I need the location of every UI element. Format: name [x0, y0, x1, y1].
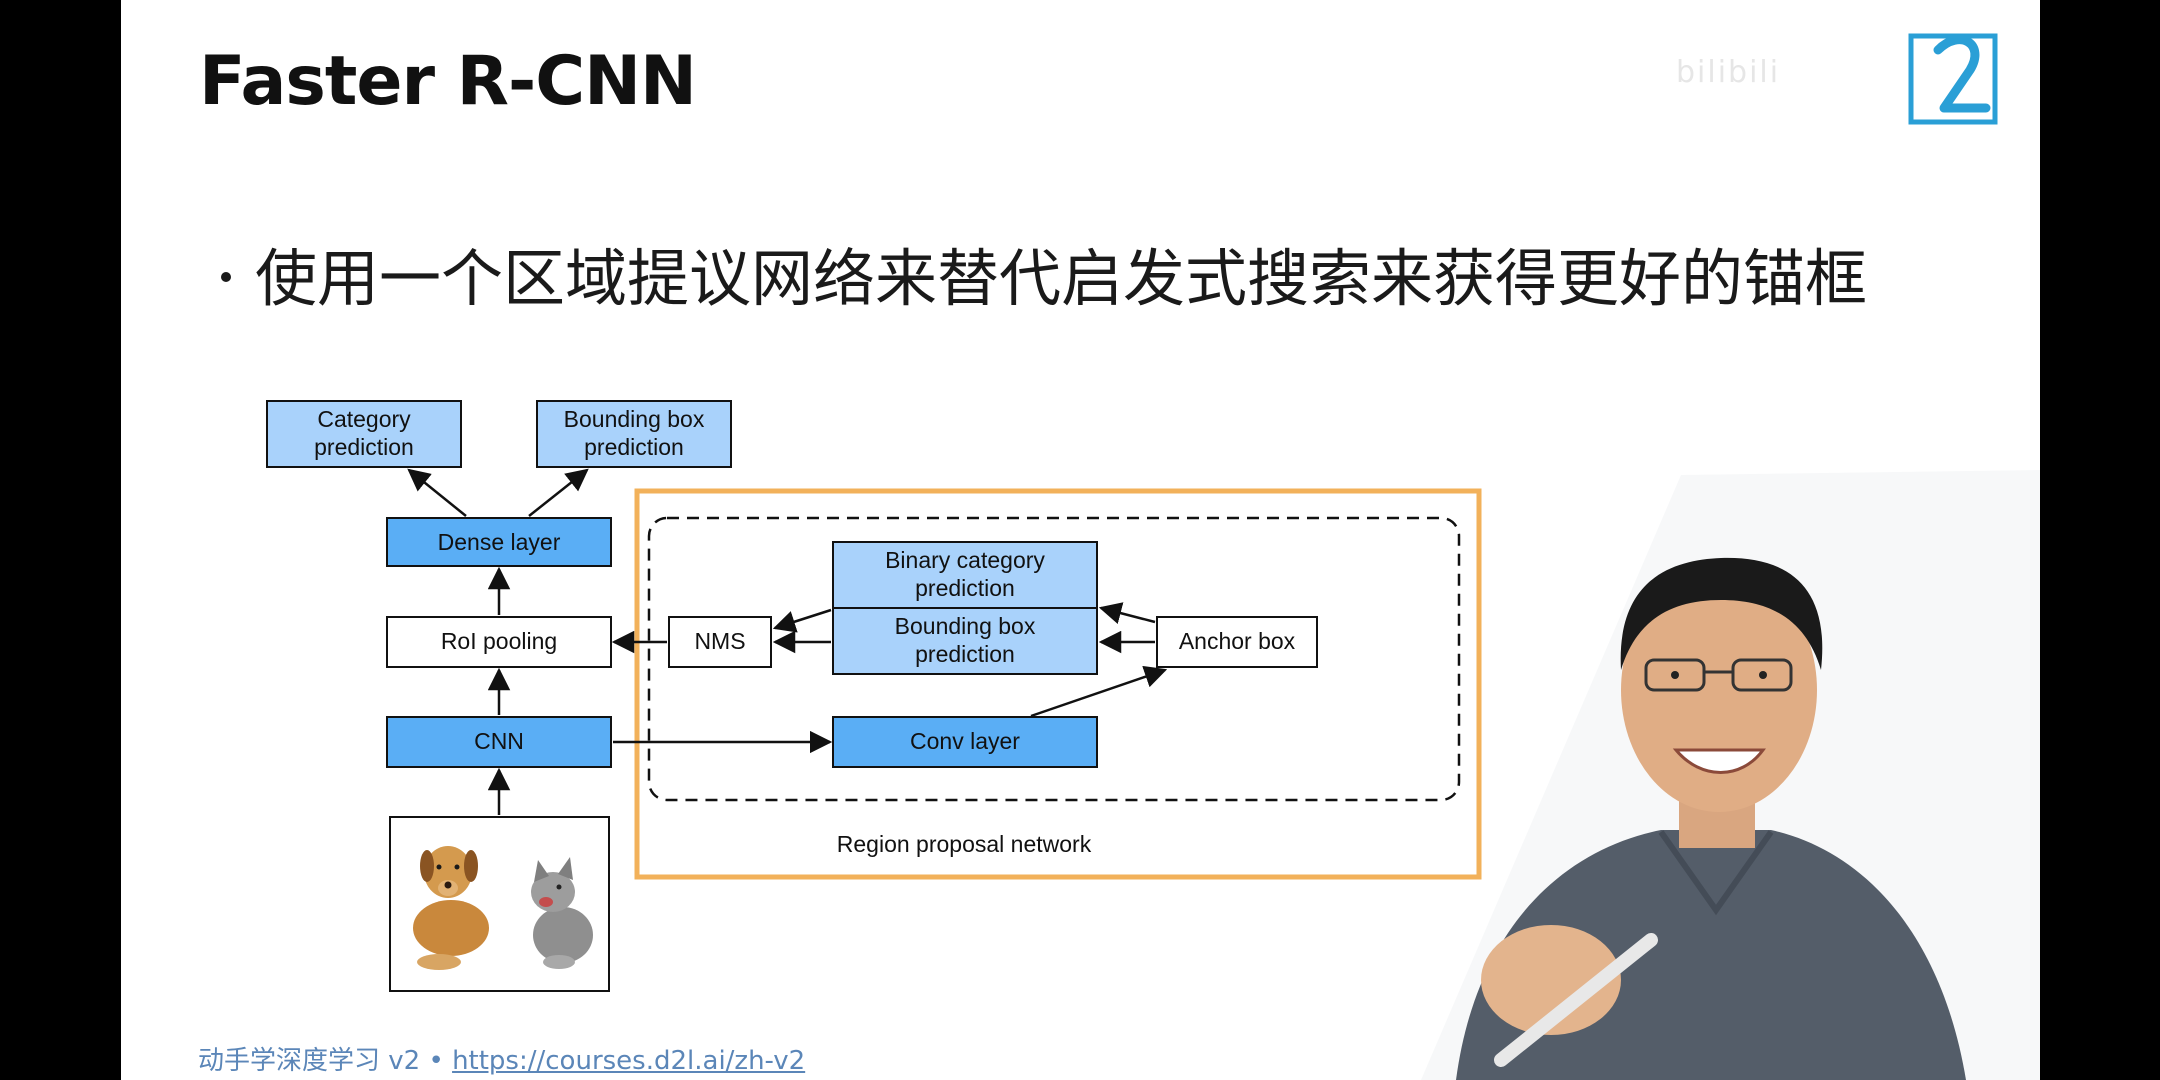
puppy-ear-right [464, 850, 478, 882]
dense-layer-label: Dense layer [438, 529, 561, 555]
puppy-eye-right [454, 864, 460, 870]
category-prediction-line1: Category [317, 406, 411, 432]
presenter-video [1421, 470, 2040, 1080]
binary-category-line1: Binary category [885, 547, 1045, 573]
arrow-conv-to-anchor [1030, 665, 1168, 718]
footer-course: 动手学深度学习 v2 • [198, 1046, 453, 1076]
arrow-binary-to-nms [772, 608, 832, 633]
arrow-anchor-to-binary [1098, 602, 1156, 624]
cnn-label: CNN [474, 728, 524, 754]
bbox-prediction-top-line2: prediction [584, 434, 684, 460]
anchor-box-label: Anchor box [1179, 628, 1296, 654]
slide: Faster R-CNN bilibili 使用一个区域提议网络来替代启发式搜索… [121, 0, 2040, 1080]
category-prediction-line2: prediction [314, 434, 414, 460]
puppy-body [413, 900, 489, 956]
puppy-eye-left [436, 864, 442, 870]
conv-layer-label: Conv layer [910, 728, 1020, 754]
kitten-mouth [539, 897, 553, 907]
presenter-eye-left [1671, 671, 1679, 679]
right-letterbox [2040, 0, 2160, 1080]
rpn-label: Region proposal network [837, 831, 1092, 857]
bbox-prediction-rpn-line1: Bounding box [895, 613, 1036, 639]
arrow-dense-to-category [407, 468, 467, 517]
bbox-prediction-rpn-line2: prediction [915, 641, 1015, 667]
presenter-eye-right [1759, 671, 1767, 679]
roi-pooling-label: RoI pooling [441, 628, 557, 654]
puppy-nose [444, 881, 452, 889]
nms-label: NMS [694, 628, 745, 654]
puppy-paw [417, 954, 461, 970]
input-image [389, 816, 610, 992]
footer-link[interactable]: https://courses.d2l.ai/zh-v2 [452, 1046, 805, 1076]
left-letterbox [0, 0, 121, 1080]
kitten-paw [543, 955, 575, 969]
kitten-eye [556, 884, 562, 890]
arrow-dense-to-bbox [528, 468, 589, 517]
bbox-prediction-top-line1: Bounding box [564, 406, 705, 432]
binary-category-line2: prediction [915, 575, 1015, 601]
puppy-ear-left [420, 850, 434, 882]
kitten-body [533, 907, 593, 963]
footer: 动手学深度学习 v2 • https://courses.d2l.ai/zh-v… [198, 1040, 805, 1077]
